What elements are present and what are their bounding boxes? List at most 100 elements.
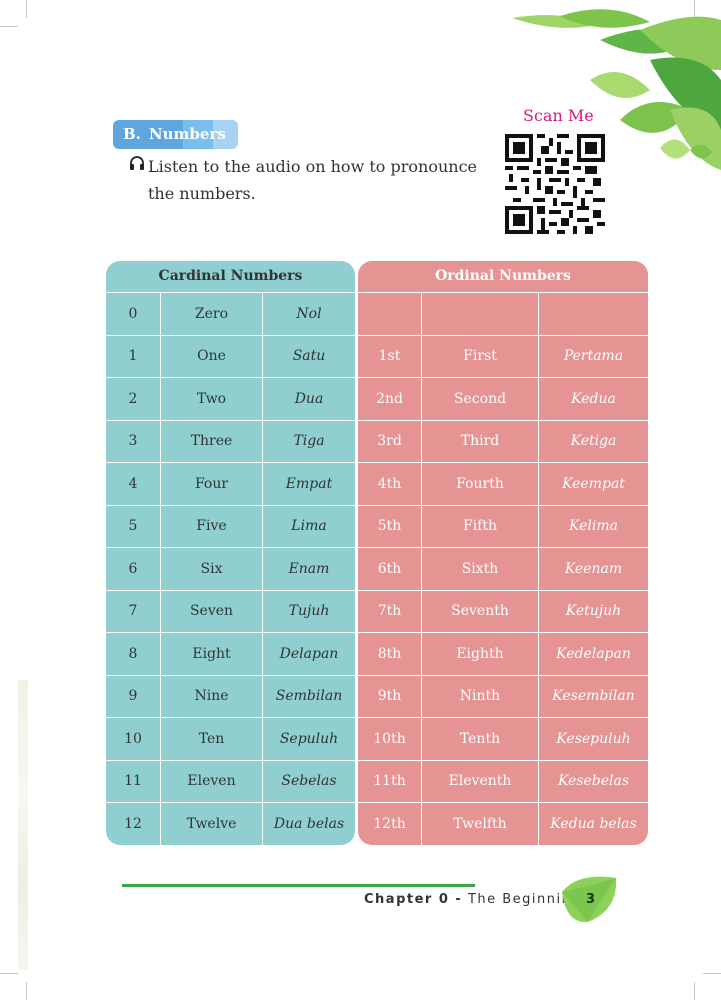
section-heading: B. Numbers xyxy=(113,120,238,149)
crop-mark xyxy=(694,982,695,1000)
section-title: Numbers xyxy=(148,125,226,143)
table-row: 2nd Second Kedua xyxy=(358,377,648,420)
number-cell: 9 xyxy=(128,688,138,705)
headphones-icon[interactable] xyxy=(129,155,145,171)
number-cell: 7 xyxy=(128,603,138,620)
table-row: 3rd Third Ketiga xyxy=(358,419,648,462)
table-row: 4 Four Empat xyxy=(106,462,355,505)
number-cell: 3 xyxy=(128,433,138,450)
english-cell: Eight xyxy=(160,633,262,675)
english-cell: Twelve xyxy=(160,803,262,845)
table-row: 7 Seven Tujuh xyxy=(106,589,355,632)
number-cell: 1st xyxy=(378,348,401,365)
indonesian-cell: Ketiga xyxy=(538,420,648,462)
number-cell: 4 xyxy=(128,475,138,492)
english-cell: Second xyxy=(421,378,538,420)
english-cell: Seventh xyxy=(421,590,538,632)
indonesian-cell: Dua belas xyxy=(262,803,355,845)
number-cell: 5th xyxy=(377,518,402,535)
english-cell: Five xyxy=(160,505,262,547)
qr-code[interactable] xyxy=(505,134,605,234)
indonesian-cell: Lima xyxy=(262,505,355,547)
english-cell: Four xyxy=(160,463,262,505)
number-cell: 6th xyxy=(377,560,402,577)
table-row: 5 Five Lima xyxy=(106,504,355,547)
table-row: 6th Sixth Keenam xyxy=(358,547,648,590)
indonesian-cell: Kesepuluh xyxy=(538,718,648,760)
number-cell: 8th xyxy=(377,645,402,662)
english-cell: Eleventh xyxy=(421,760,538,802)
english-cell: Ninth xyxy=(421,675,538,717)
indonesian-cell: Kesembilan xyxy=(538,675,648,717)
english-cell: First xyxy=(421,335,538,377)
english-cell: Eleven xyxy=(160,760,262,802)
number-cell: 4th xyxy=(377,475,402,492)
number-cell: 0 xyxy=(128,305,138,322)
indonesian-cell: Kedelapan xyxy=(538,633,648,675)
number-cell: 12 xyxy=(124,815,142,832)
indonesian-cell: Sembilan xyxy=(262,675,355,717)
table-row: 0 Zero Nol xyxy=(106,292,355,335)
table-row: 7th Seventh Ketujuh xyxy=(358,589,648,632)
indonesian-cell: Keenam xyxy=(538,548,648,590)
table-row: 6 Six Enam xyxy=(106,547,355,590)
number-cell: 2 xyxy=(128,390,138,407)
table-row: 9 Nine Sembilan xyxy=(106,674,355,717)
indonesian-cell: Ketujuh xyxy=(538,590,648,632)
indonesian-cell: Sebelas xyxy=(262,760,355,802)
table-row: 2 Two Dua xyxy=(106,377,355,420)
indonesian-cell: Delapan xyxy=(262,633,355,675)
english-cell: Seven xyxy=(160,590,262,632)
number-cell: 10th xyxy=(373,730,406,747)
scan-me-label: Scan Me xyxy=(523,106,594,125)
cardinal-rows: 0 Zero Nol 1 One Satu 2 Two Dua 3 Three Tiga 4 Four Em… xyxy=(106,292,355,845)
table-row: 3 Three Tiga xyxy=(106,419,355,462)
english-cell: Fifth xyxy=(421,505,538,547)
page-number: 3 xyxy=(586,892,596,907)
number-cell: 10 xyxy=(124,730,142,747)
indonesian-cell: Sepuluh xyxy=(262,718,355,760)
english-cell: Ten xyxy=(160,718,262,760)
indonesian-cell: Pertama xyxy=(538,335,648,377)
table-row: 11th Eleventh Kesebelas xyxy=(358,759,648,802)
number-cell: 7th xyxy=(377,603,402,620)
table-row: 9th Ninth Kesembilan xyxy=(358,674,648,717)
crop-mark xyxy=(26,982,27,1000)
crop-mark xyxy=(0,973,18,974)
table-row: 8th Eighth Kedelapan xyxy=(358,632,648,675)
ordinal-rows: 1st First Pertama 2nd Second Kedua 3rd Third Ket… xyxy=(358,292,648,845)
english-cell: Zero xyxy=(160,293,262,335)
table-row: 4th Fourth Keempat xyxy=(358,462,648,505)
number-cell: 3rd xyxy=(377,433,402,450)
table-row: 12 Twelve Dua belas xyxy=(106,802,355,845)
instruction-text: Listen to the audio on how to pronounce … xyxy=(148,157,477,203)
ordinal-header: Ordinal Numbers xyxy=(435,268,571,284)
english-cell: Third xyxy=(421,420,538,462)
number-cell: 11 xyxy=(124,773,142,790)
english-cell xyxy=(421,293,538,335)
table-row: 1st First Pertama xyxy=(358,334,648,377)
table-row: 12th Twelfth Kedua belas xyxy=(358,802,648,845)
table-row: 8 Eight Delapan xyxy=(106,632,355,675)
table-row: 11 Eleven Sebelas xyxy=(106,759,355,802)
number-cell xyxy=(358,293,421,335)
footer-chapter: Chapter 0 - The Beginning xyxy=(364,892,581,907)
indonesian-cell: Satu xyxy=(262,335,355,377)
english-cell: Eighth xyxy=(421,633,538,675)
indonesian-cell: Tiga xyxy=(262,420,355,462)
table-row: 1 One Satu xyxy=(106,334,355,377)
indonesian-cell: Dua xyxy=(262,378,355,420)
indonesian-cell: Kesebelas xyxy=(538,760,648,802)
indonesian-cell: Kelima xyxy=(538,505,648,547)
table-row: 10 Ten Sepuluh xyxy=(106,717,355,760)
indonesian-cell: Kedua xyxy=(538,378,648,420)
english-cell: Three xyxy=(160,420,262,462)
english-cell: Twelfth xyxy=(421,803,538,845)
english-cell: Two xyxy=(160,378,262,420)
number-cell: 12th xyxy=(373,815,406,832)
cardinal-numbers-table: Cardinal Numbers 0 Zero Nol 1 One Satu 2 Two Dua… xyxy=(106,261,355,845)
ordinal-numbers-table: Ordinal Numbers 1st First Pertama 2nd Second… xyxy=(358,261,648,845)
footer-rule xyxy=(122,884,475,887)
table-row: 5th Fifth Kelima xyxy=(358,504,648,547)
number-cell: 1 xyxy=(128,348,138,365)
